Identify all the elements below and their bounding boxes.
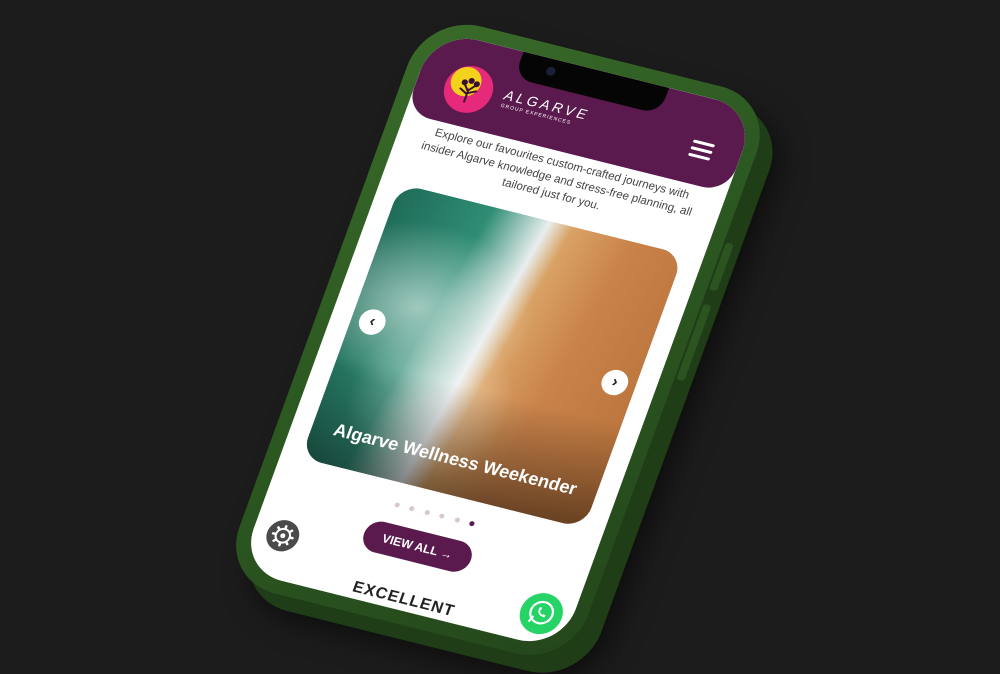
reviews-heading: EXCELLENT [350,578,458,620]
carousel-dot[interactable] [423,509,431,516]
carousel-dot-active[interactable] [468,520,476,527]
gear-icon[interactable] [261,516,304,555]
carousel-dot[interactable] [408,505,416,512]
carousel-dot[interactable] [453,516,461,523]
camera-icon [544,65,557,77]
carousel-dot[interactable] [393,502,401,508]
logo[interactable] [437,60,501,118]
background: ALGARVE GROUP EXPERIENCES Explore our fa… [0,0,1000,674]
phone-mockup: ALGARVE GROUP EXPERIENCES Explore our fa… [220,12,776,668]
hamburger-icon[interactable] [687,139,716,161]
carousel-dot[interactable] [438,513,446,520]
